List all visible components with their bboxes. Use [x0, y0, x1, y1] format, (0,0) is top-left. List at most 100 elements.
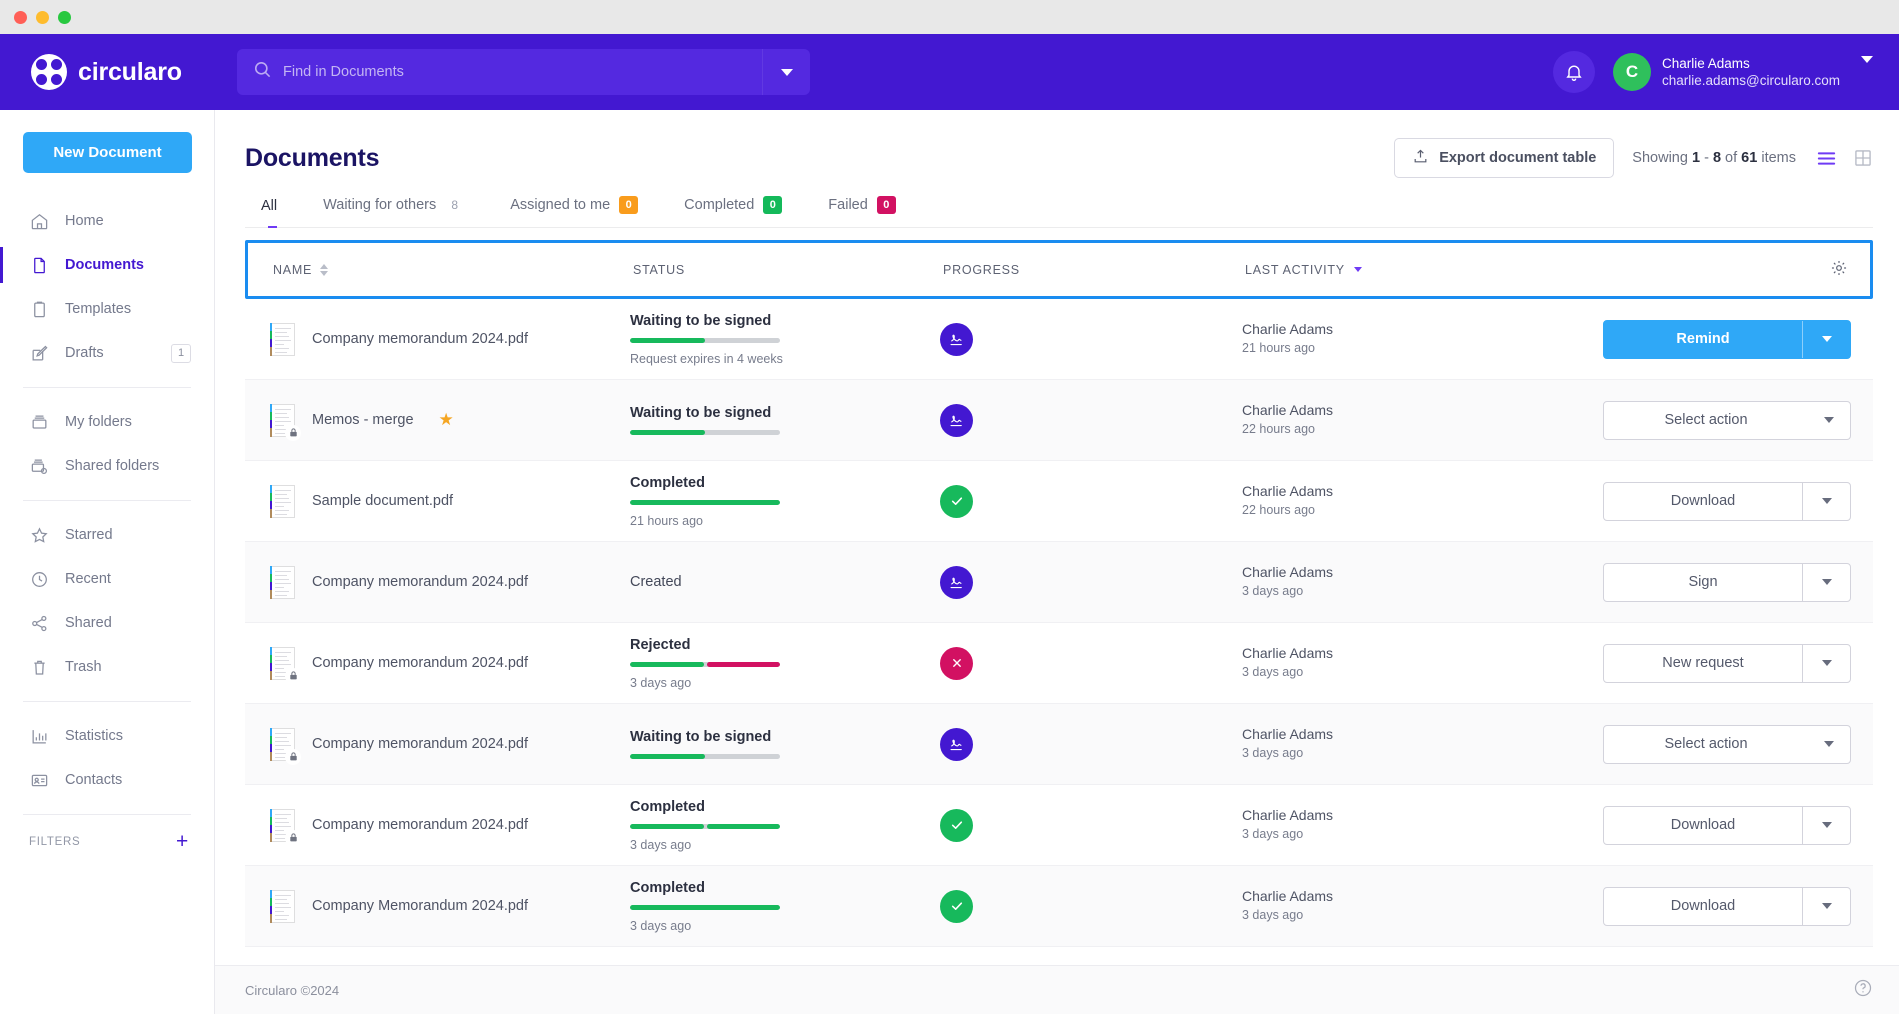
sidebar-item-templates[interactable]: Templates	[0, 287, 214, 331]
user-menu-chevron-down-icon[interactable]	[1861, 63, 1873, 81]
document-name-label[interactable]: Company memorandum 2024.pdf	[312, 736, 528, 752]
row-action-button[interactable]: Download	[1603, 482, 1851, 521]
export-document-table-button[interactable]: Export document table	[1394, 138, 1614, 178]
copyright-text: Circularo ©2024	[245, 983, 339, 998]
sidebar-item-statistics[interactable]: Statistics	[0, 714, 214, 758]
sidebar-item-drafts[interactable]: Drafts 1	[0, 331, 214, 375]
row-action-dropdown-toggle[interactable]	[1802, 483, 1850, 520]
row-action-button[interactable]: Select action	[1603, 725, 1851, 764]
sidebar-item-label: Statistics	[65, 728, 123, 744]
sidebar-item-trash[interactable]: Trash	[0, 645, 214, 689]
row-action-button[interactable]: Remind	[1603, 320, 1851, 359]
document-name-label[interactable]: Company memorandum 2024.pdf	[312, 655, 528, 671]
row-action-label: Select action	[1604, 726, 1808, 763]
sidebar-item-starred[interactable]: Starred	[0, 513, 214, 557]
cell-last-activity: Charlie Adams 3 days ago	[1242, 806, 1572, 844]
table-row[interactable]: Company memorandum 2024.pdf Completed 3 …	[245, 785, 1873, 866]
chevron-down-icon	[1824, 741, 1834, 747]
sidebar-item-recent[interactable]: Recent	[0, 557, 214, 601]
document-name-label[interactable]: Company memorandum 2024.pdf	[312, 817, 528, 833]
activity-time: 22 hours ago	[1242, 420, 1572, 439]
sidebar-item-home[interactable]: Home	[0, 199, 214, 243]
status-label: Completed	[630, 475, 920, 491]
row-action-dropdown-toggle[interactable]	[1802, 807, 1850, 844]
grid-view-icon[interactable]	[1853, 148, 1873, 168]
column-header-progress[interactable]: PROGRESS	[943, 263, 1245, 277]
tab-waiting-for-others[interactable]: Waiting for others 8	[300, 196, 487, 227]
tab-assigned-to-me[interactable]: Assigned to me 0	[487, 196, 661, 227]
star-filled-icon[interactable]: ★	[439, 410, 454, 430]
sidebar-item-contacts[interactable]: Contacts	[0, 758, 214, 802]
row-action-dropdown-toggle[interactable]	[1802, 645, 1850, 682]
row-action-button[interactable]: Sign	[1603, 563, 1851, 602]
tab-label: Failed	[828, 197, 868, 213]
add-filter-button[interactable]: +	[176, 831, 189, 852]
row-action-dropdown-toggle[interactable]	[1808, 726, 1850, 763]
row-action-dropdown-toggle[interactable]	[1802, 888, 1850, 925]
row-action-button[interactable]: Download	[1603, 887, 1851, 926]
row-action-dropdown-toggle[interactable]	[1802, 321, 1850, 358]
showing-prefix: Showing	[1632, 150, 1688, 166]
user-menu[interactable]: C Charlie Adams charlie.adams@circularo.…	[1613, 53, 1873, 91]
table-row[interactable]: Company memorandum 2024.pdf Rejected 3 d…	[245, 623, 1873, 704]
avatar: C	[1613, 53, 1651, 91]
activity-time: 3 days ago	[1242, 825, 1572, 844]
column-header-last-activity[interactable]: LAST ACTIVITY	[1245, 263, 1575, 277]
lock-icon	[285, 425, 301, 441]
sidebar-item-documents[interactable]: Documents	[0, 243, 214, 287]
sidebar-item-shared[interactable]: Shared	[0, 601, 214, 645]
page-header: Documents Export document table Showing …	[245, 110, 1873, 196]
row-action-button[interactable]: Download	[1603, 806, 1851, 845]
sidebar-divider	[23, 814, 191, 815]
cell-actions: Remind	[1572, 320, 1873, 359]
document-name-label[interactable]: Company Memorandum 2024.pdf	[312, 898, 528, 914]
window-maximize-button[interactable]	[58, 11, 71, 24]
table-row[interactable]: Memos - merge★ Waiting to be signed Char…	[245, 380, 1873, 461]
tab-failed[interactable]: Failed 0	[805, 196, 919, 227]
share-nodes-icon	[29, 613, 50, 634]
cell-document-name: Memos - merge ★	[245, 404, 630, 437]
sort-toggle-icon[interactable]	[320, 264, 328, 276]
new-document-button[interactable]: New Document	[23, 132, 192, 173]
sidebar-item-my-folders[interactable]: My folders	[0, 400, 214, 444]
row-action-dropdown-toggle[interactable]	[1802, 564, 1850, 601]
table-row[interactable]: Sample document.pdf Completed 21 hours a…	[245, 461, 1873, 542]
row-action-dropdown-toggle[interactable]	[1808, 402, 1850, 439]
document-name-label[interactable]: Company memorandum 2024.pdf	[312, 574, 528, 590]
lock-icon	[285, 749, 301, 765]
notifications-button[interactable]	[1553, 51, 1595, 93]
row-action-button[interactable]: Select action	[1603, 401, 1851, 440]
cell-last-activity: Charlie Adams 3 days ago	[1242, 887, 1572, 925]
document-name-label[interactable]: Company memorandum 2024.pdf	[312, 331, 528, 347]
brand-logo[interactable]: circularo	[0, 54, 215, 90]
list-view-icon[interactable]	[1816, 150, 1837, 167]
global-search[interactable]	[237, 49, 810, 95]
status-label: Completed	[630, 880, 920, 896]
tab-completed[interactable]: Completed 0	[661, 196, 805, 227]
cell-actions: Select action	[1572, 401, 1873, 440]
row-action-button[interactable]: New request	[1603, 644, 1851, 683]
help-circle-icon[interactable]	[1853, 978, 1873, 1003]
cell-progress	[940, 809, 1242, 842]
column-header-status[interactable]: STATUS	[633, 263, 943, 277]
activity-user: Charlie Adams	[1242, 644, 1572, 663]
table-row[interactable]: Company memorandum 2024.pdf Waiting to b…	[245, 299, 1873, 380]
document-name-label[interactable]: Memos - merge	[312, 412, 414, 428]
table-row[interactable]: Company Memorandum 2024.pdf Completed 3 …	[245, 866, 1873, 947]
table-settings-gear-icon[interactable]	[1830, 259, 1848, 280]
search-input[interactable]	[283, 64, 762, 80]
table-row[interactable]: Company memorandum 2024.pdf Created Char…	[245, 542, 1873, 623]
sidebar-item-shared-folders[interactable]: Shared folders	[0, 444, 214, 488]
document-thumbnail-icon	[270, 485, 295, 518]
row-action-label: Sign	[1604, 564, 1802, 601]
search-scope-dropdown[interactable]	[762, 49, 810, 95]
cell-status: Rejected 3 days ago	[630, 637, 940, 690]
tab-all[interactable]: All	[245, 198, 300, 227]
window-minimize-button[interactable]	[36, 11, 49, 24]
window-close-button[interactable]	[14, 11, 27, 24]
table-row[interactable]: Company memorandum 2024.pdf Waiting to b…	[245, 704, 1873, 785]
column-header-actions	[1575, 259, 1870, 280]
column-header-name[interactable]: NAME	[248, 263, 633, 277]
activity-time: 21 hours ago	[1242, 339, 1572, 358]
document-name-label[interactable]: Sample document.pdf	[312, 493, 453, 509]
